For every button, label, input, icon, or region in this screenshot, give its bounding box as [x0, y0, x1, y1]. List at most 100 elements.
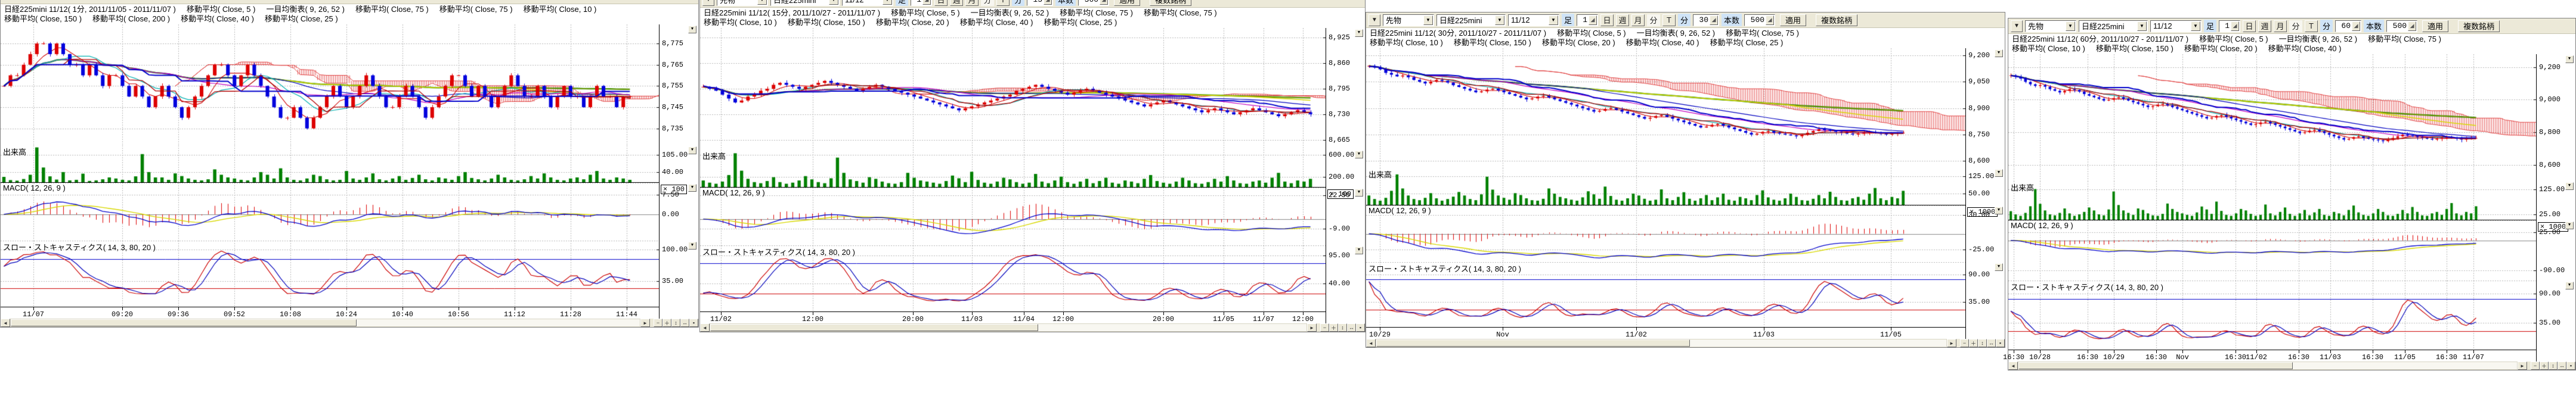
- main-chart-area-canvas[interactable]: [1, 24, 659, 145]
- scroll-left-button[interactable]: ◄: [2008, 362, 2018, 370]
- scroll-right-button[interactable]: ►: [1307, 323, 1317, 332]
- contract-combo[interactable]: 11/12▼: [842, 0, 893, 6]
- chevron-down-icon[interactable]: ▼: [829, 0, 838, 5]
- volume-section[interactable]: 出来高: [2008, 181, 2536, 220]
- section-menu-button[interactable]: ▼: [2565, 182, 2574, 190]
- scroll-thumb[interactable]: [1376, 339, 1690, 347]
- scroll-thumb[interactable]: [2018, 362, 2293, 369]
- section-menu-button[interactable]: ▼: [1355, 247, 1363, 254]
- minute-bar-button[interactable]: 分: [981, 0, 994, 6]
- bar-count-spinner[interactable]: 1◢: [2219, 20, 2240, 32]
- volume-section[interactable]: 出来高: [1, 145, 659, 183]
- bars-spinner[interactable]: 500◢: [2386, 20, 2417, 32]
- spinner-icon[interactable]: ◢: [1044, 0, 1052, 5]
- contract-combo[interactable]: 11/12▼: [2150, 20, 2202, 32]
- window-menu-button[interactable]: ▼: [702, 0, 714, 6]
- spinner-icon[interactable]: ◢: [2352, 21, 2360, 31]
- minutes-spinner[interactable]: 60◢: [2335, 20, 2361, 32]
- apply-button[interactable]: 適用: [2422, 20, 2448, 32]
- zoom-out-button[interactable]: −: [1320, 323, 1329, 332]
- section-menu-button[interactable]: ▼: [1995, 169, 2003, 177]
- section-menu-button[interactable]: ▼: [2565, 222, 2574, 229]
- month-bar-button[interactable]: 月: [1631, 14, 1645, 26]
- scroll-left-button[interactable]: ◄: [1, 319, 10, 327]
- fit-horizontal-button[interactable]: ↔: [1987, 339, 1996, 347]
- day-bar-button[interactable]: 日: [934, 0, 948, 6]
- macd-section-canvas[interactable]: [700, 188, 1326, 245]
- scroll-thumb[interactable]: [710, 324, 1038, 331]
- minutes-spinner[interactable]: 15◢: [1027, 0, 1053, 6]
- chevron-down-icon[interactable]: ▼: [1495, 15, 1504, 25]
- stochastics-section[interactable]: スロー・ストキャスティクス( 14, 3, 80, 20 ): [1, 241, 659, 307]
- fit-horizontal-button[interactable]: ↔: [2558, 362, 2566, 370]
- spinner-icon[interactable]: ◢: [1766, 15, 1774, 25]
- chart-options-button[interactable]: ▪: [689, 319, 698, 327]
- multi-symbol-button[interactable]: 複数銘柄: [2458, 20, 2500, 32]
- scroll-right-button[interactable]: ►: [640, 319, 650, 327]
- section-menu-button[interactable]: ▼: [2565, 55, 2574, 63]
- scroll-track[interactable]: [2018, 362, 2518, 370]
- zoom-out-button[interactable]: −: [654, 319, 662, 327]
- spinner-icon[interactable]: ◢: [2408, 21, 2416, 31]
- multi-symbol-button[interactable]: 複数銘柄: [1816, 14, 1857, 26]
- chevron-down-icon[interactable]: ▼: [757, 0, 767, 5]
- day-bar-button[interactable]: 日: [2243, 20, 2256, 32]
- fit-vertical-button[interactable]: ↕: [1338, 323, 1347, 332]
- volume-section-canvas[interactable]: [700, 149, 1326, 188]
- zoom-in-button[interactable]: ＋: [1329, 323, 1338, 332]
- chevron-down-icon[interactable]: ▼: [2191, 21, 2200, 31]
- macd-section[interactable]: MACD( 12, 26, 9 ): [1366, 205, 1965, 262]
- section-menu-button[interactable]: ▼: [1995, 207, 2003, 214]
- main-chart-area-canvas[interactable]: [700, 28, 1326, 149]
- section-menu-button[interactable]: ▼: [1355, 189, 1363, 197]
- chevron-down-icon[interactable]: ▼: [1549, 15, 1558, 25]
- spinner-icon[interactable]: ◢: [2231, 21, 2239, 31]
- main-chart-area-canvas[interactable]: [1366, 48, 1965, 168]
- horizontal-scrollbar[interactable]: ◄►−＋↕↔▪: [1366, 339, 2005, 347]
- scroll-left-button[interactable]: ◄: [1366, 339, 1376, 347]
- macd-section-canvas[interactable]: [2008, 220, 2536, 281]
- macd-section-canvas[interactable]: [1, 183, 659, 241]
- symbol-combo[interactable]: 日経225mini▼: [1436, 14, 1506, 26]
- fit-vertical-button[interactable]: ↕: [1978, 339, 1987, 347]
- macd-section-canvas[interactable]: [1366, 205, 1965, 262]
- chart-options-button[interactable]: ▪: [2566, 362, 2575, 370]
- section-menu-button[interactable]: ▼: [2565, 282, 2574, 289]
- volume-section-canvas[interactable]: [2008, 181, 2536, 220]
- main-chart-area[interactable]: [700, 28, 1326, 149]
- spinner-icon[interactable]: ◢: [1589, 15, 1597, 25]
- main-chart-area[interactable]: [1, 24, 659, 145]
- section-menu-button[interactable]: ▼: [688, 26, 696, 33]
- chart-options-button[interactable]: ▪: [1996, 339, 2005, 347]
- zoom-in-button[interactable]: ＋: [2540, 362, 2549, 370]
- tick-bar-button[interactable]: T: [1662, 14, 1676, 26]
- fit-horizontal-button[interactable]: ↔: [1347, 323, 1356, 332]
- horizontal-scrollbar[interactable]: ◄►−＋↕↔▪: [700, 323, 1365, 332]
- horizontal-scrollbar[interactable]: ◄►−＋↕↔▪: [1, 319, 698, 327]
- bars-spinner[interactable]: 500◢: [1078, 0, 1109, 6]
- spinner-icon[interactable]: ◢: [1710, 15, 1718, 25]
- week-bar-button[interactable]: 週: [1616, 14, 1629, 26]
- zoom-out-button[interactable]: −: [1960, 339, 1969, 347]
- stochastics-section[interactable]: スロー・ストキャスティクス( 14, 3, 80, 20 ): [1366, 262, 1965, 327]
- section-menu-button[interactable]: ▼: [1995, 49, 2003, 57]
- zoom-out-button[interactable]: −: [2531, 362, 2540, 370]
- contract-combo[interactable]: 11/12▼: [1508, 14, 1559, 26]
- window-menu-button[interactable]: ▼: [1368, 14, 1380, 26]
- volume-section[interactable]: 出来高: [700, 149, 1326, 188]
- week-bar-button[interactable]: 週: [950, 0, 963, 6]
- main-chart-area[interactable]: [1366, 48, 1965, 168]
- main-chart-area[interactable]: [2008, 54, 2536, 181]
- scroll-thumb[interactable]: [11, 319, 357, 326]
- scroll-track[interactable]: [10, 319, 640, 327]
- chart-options-button[interactable]: ▪: [1356, 323, 1365, 332]
- section-menu-button[interactable]: ▼: [688, 147, 696, 154]
- tick-bar-button[interactable]: T: [2305, 20, 2318, 32]
- section-menu-button[interactable]: ▼: [1355, 29, 1363, 37]
- symbol-combo[interactable]: 日経225mini▼: [770, 0, 840, 6]
- section-menu-button[interactable]: ▼: [1355, 151, 1363, 158]
- scroll-right-button[interactable]: ►: [2518, 362, 2527, 370]
- stochastics-section[interactable]: スロー・ストキャスティクス( 14, 3, 80, 20 ): [700, 245, 1326, 311]
- window-menu-button[interactable]: ▼: [2011, 20, 2023, 32]
- zoom-in-button[interactable]: ＋: [1969, 339, 1978, 347]
